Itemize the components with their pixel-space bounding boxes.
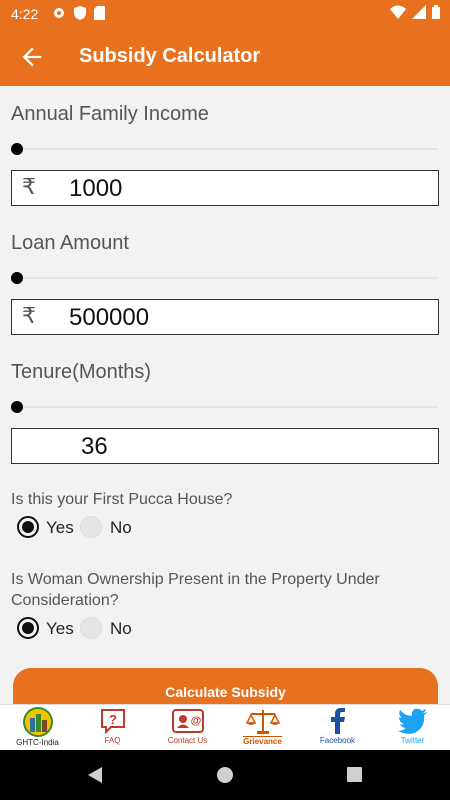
nav-ghtc[interactable]: GHTC-India — [0, 705, 75, 751]
nav-facebook-label: Facebook — [319, 736, 356, 745]
wifi-icon — [390, 5, 406, 19]
system-navigation-bar — [0, 750, 450, 800]
rupee-icon: ₹ — [22, 303, 36, 328]
income-slider-thumb[interactable] — [11, 143, 23, 155]
recents-icon[interactable] — [346, 766, 363, 783]
scales-icon — [245, 710, 280, 734]
svg-text:@: @ — [190, 715, 201, 727]
nav-faq-label: FAQ — [104, 736, 121, 745]
notification-icons — [52, 6, 105, 20]
status-time: 4:22 — [11, 6, 39, 22]
income-slider-track[interactable] — [24, 148, 438, 150]
sd-card-icon — [94, 6, 105, 20]
tenure-field[interactable]: 36 — [11, 428, 439, 464]
woman-ownership-no-radio[interactable] — [80, 617, 102, 639]
woman-ownership-yes-radio[interactable] — [17, 617, 39, 639]
nav-twitter[interactable]: Twitter — [375, 705, 450, 751]
rupee-icon: ₹ — [22, 174, 36, 199]
bottom-navigation: GHTC-India ? FAQ @ Contact Us Grievance — [0, 704, 450, 750]
tenure-slider-track[interactable] — [24, 406, 438, 408]
first-house-yes-label[interactable]: Yes — [46, 518, 74, 538]
tenure-value: 36 — [81, 433, 108, 460]
first-house-yes-radio[interactable] — [17, 516, 39, 538]
woman-ownership-question: Is Woman Ownership Present in the Proper… — [11, 571, 380, 609]
tenure-label: Tenure(Months) — [11, 361, 152, 383]
home-icon[interactable] — [216, 766, 234, 784]
nav-contact[interactable]: @ Contact Us — [150, 705, 225, 751]
income-value: 1000 — [69, 175, 123, 202]
first-house-question: Is this your First Pucca House? — [11, 491, 233, 508]
loan-field[interactable]: ₹ 500000 — [11, 299, 439, 335]
first-house-no-radio[interactable] — [80, 516, 102, 538]
nav-grievance[interactable]: Grievance — [225, 705, 300, 751]
woman-ownership-no-label[interactable]: No — [110, 619, 132, 639]
nav-grievance-label: Grievance — [243, 736, 282, 746]
settings-icon — [54, 8, 64, 18]
loan-value: 500000 — [69, 304, 150, 331]
back-icon[interactable] — [86, 766, 104, 784]
loan-slider-track[interactable] — [24, 277, 438, 279]
twitter-icon — [397, 708, 427, 734]
nav-contact-label: Contact Us — [167, 736, 208, 745]
tenure-slider-thumb[interactable] — [11, 401, 23, 413]
woman-ownership-yes-label[interactable]: Yes — [46, 619, 74, 639]
first-house-no-label[interactable]: No — [110, 518, 132, 538]
battery-icon — [432, 5, 440, 19]
nav-facebook[interactable]: Facebook — [300, 705, 375, 751]
status-bar: 4:22 — [0, 0, 450, 28]
contact-card-icon: @ — [171, 709, 204, 733]
svg-text:?: ? — [109, 712, 117, 727]
app-bar: Subsidy Calculator — [0, 28, 450, 86]
ghtc-logo-icon — [22, 707, 53, 737]
income-field[interactable]: ₹ 1000 — [11, 170, 439, 206]
back-arrow-icon[interactable] — [18, 43, 46, 71]
calculate-subsidy-button[interactable]: Calculate Subsidy — [13, 668, 438, 708]
signal-icon — [412, 5, 426, 19]
faq-icon: ? — [100, 709, 125, 735]
income-label: Annual Family Income — [11, 103, 209, 125]
nav-faq[interactable]: ? FAQ — [75, 705, 150, 751]
nav-ghtc-label: GHTC-India — [16, 738, 59, 747]
shield-icon — [74, 6, 86, 20]
nav-twitter-label: Twitter — [400, 736, 425, 745]
system-icons — [390, 5, 440, 19]
loan-slider-thumb[interactable] — [11, 272, 23, 284]
page-title: Subsidy Calculator — [79, 45, 261, 67]
facebook-icon — [330, 708, 345, 734]
loan-label: Loan Amount — [11, 232, 129, 254]
